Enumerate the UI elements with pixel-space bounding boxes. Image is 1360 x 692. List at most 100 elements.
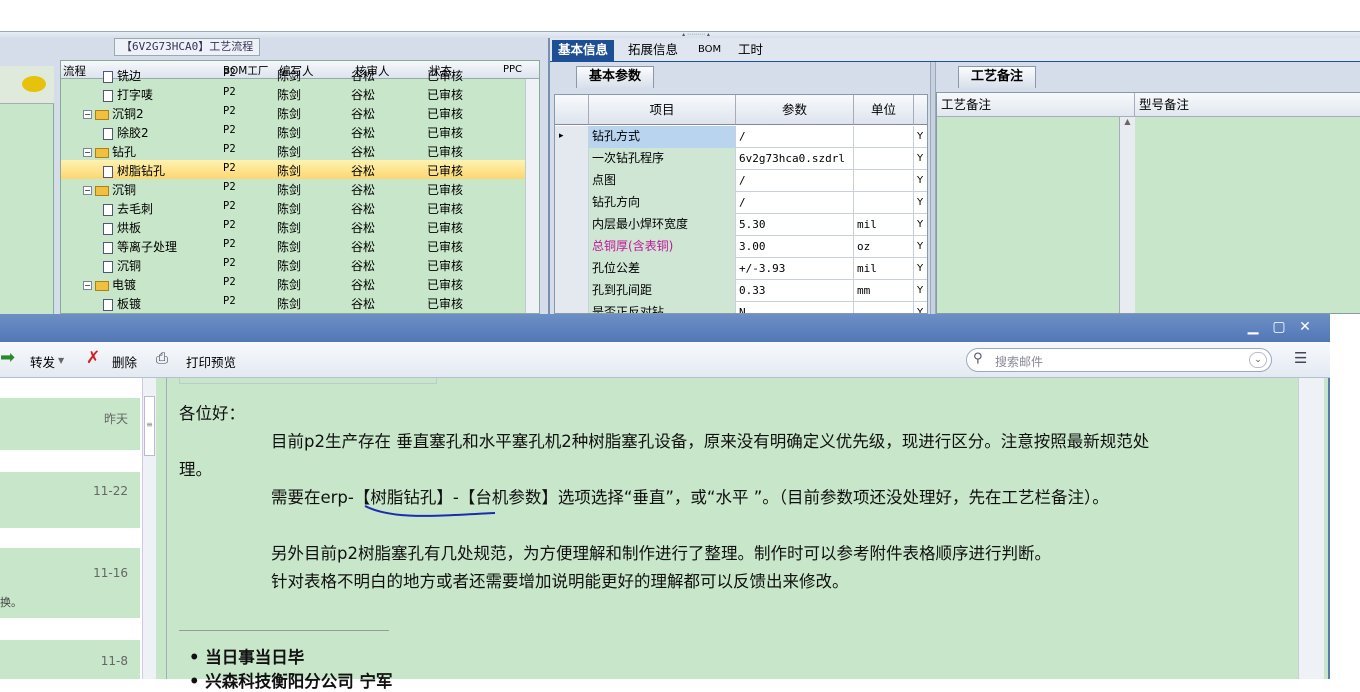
tab-bom[interactable]: BOM (692, 40, 727, 61)
delete-button[interactable]: 删除 (112, 352, 137, 371)
param-value[interactable]: 5.30 (736, 214, 854, 236)
param-value[interactable]: / (736, 126, 854, 148)
tree-row-writer: 陈剑 (277, 202, 302, 216)
param-unit[interactable] (854, 170, 914, 192)
tree-row[interactable]: − 电镀 P2 陈剑 谷松 已审核 (61, 274, 539, 293)
param-row[interactable]: 内层最小焊环宽度 5.30 mil Y (555, 214, 927, 236)
tree-row-name: − 钻孔 (83, 143, 136, 160)
list-scroll-thumb[interactable]: ≡ (144, 396, 155, 456)
param-flag[interactable]: Y (914, 192, 927, 214)
tree-scrollbar[interactable] (525, 79, 539, 313)
content-scrollbar[interactable] (1298, 378, 1324, 679)
print-preview-button[interactable]: 打印预览 (186, 352, 236, 371)
tree-row[interactable]: 去毛刺 P2 陈剑 谷松 已审核 (61, 198, 539, 217)
param-item[interactable]: 点图 (589, 170, 736, 192)
param-item[interactable]: 总铜厚(含表铜) (589, 236, 736, 258)
collapse-icon[interactable]: − (83, 148, 92, 157)
printer-icon[interactable]: ⎙ (156, 349, 168, 367)
tree-row[interactable]: 打字唛 P2 陈剑 谷松 已审核 (61, 84, 539, 103)
grid-header-unit[interactable]: 单位 (854, 95, 914, 125)
close-icon[interactable]: ✕ (1296, 318, 1314, 336)
tab-process-notes[interactable]: 工艺备注 (958, 66, 1037, 88)
param-unit[interactable] (854, 148, 914, 170)
tree-row-writer: 陈剑 (277, 69, 302, 83)
param-unit[interactable]: mil (854, 214, 914, 236)
param-flag[interactable]: Y (914, 258, 927, 280)
param-unit[interactable]: oz (854, 236, 914, 258)
param-item[interactable]: 内层最小焊环宽度 (589, 214, 736, 236)
list-menu-icon[interactable]: ☰ (1294, 349, 1307, 367)
chevron-down-icon[interactable]: ▼ (58, 356, 64, 365)
notes-header-model[interactable]: 型号备注 (1135, 93, 1360, 117)
tree-row[interactable]: − 钻孔 P2 陈剑 谷松 已审核 (61, 141, 539, 160)
delete-icon[interactable]: ✗ (86, 348, 100, 368)
list-item[interactable]: 11-22 (0, 472, 140, 528)
collapse-icon[interactable]: − (83, 186, 92, 195)
tab-basic-params[interactable]: 基本参数 (576, 66, 655, 88)
param-flag[interactable]: Y (914, 126, 927, 148)
tree-row-reviewer: 谷松 (351, 297, 376, 311)
tree-row[interactable]: 沉铜 P2 陈剑 谷松 已审核 (61, 255, 539, 274)
forward-arrow-icon[interactable]: ➡ (0, 347, 15, 368)
tree-row[interactable]: − 沉铜 P2 陈剑 谷松 已审核 (61, 179, 539, 198)
mail-search-box[interactable]: ⚲ 搜索邮件 ⌄ (966, 348, 1272, 372)
tree-row[interactable]: − 沉铜2 P2 陈剑 谷松 已审核 (61, 103, 539, 122)
param-row[interactable]: 孔位公差 +/-3.93 mil Y (555, 258, 927, 280)
tab-basic-info[interactable]: 基本信息 (552, 40, 615, 61)
param-row[interactable]: 总铜厚(含表铜) 3.00 oz Y (555, 236, 927, 258)
param-flag[interactable]: Y (914, 280, 927, 302)
param-value[interactable]: 6v2g73hca0.szdrl (736, 148, 854, 170)
param-row[interactable]: 点图 / Y (555, 170, 927, 192)
tree-row[interactable]: 树脂钻孔 P2 陈剑 谷松 已审核 (61, 160, 539, 179)
param-item[interactable]: 孔位公差 (589, 258, 736, 280)
forward-button[interactable]: 转发 (30, 352, 55, 371)
tree-row[interactable]: 等离子处理 P2 陈剑 谷松 已审核 (61, 236, 539, 255)
param-value[interactable]: 0.33 (736, 280, 854, 302)
minimize-icon[interactable]: ▁ (1244, 318, 1262, 336)
param-unit[interactable] (854, 192, 914, 214)
notes-scrollbar[interactable]: ▲ (1119, 117, 1135, 313)
grid-header-item[interactable]: 项目 (589, 95, 736, 125)
param-unit[interactable]: mil (854, 258, 914, 280)
param-unit[interactable] (854, 126, 914, 148)
param-item[interactable]: 钻孔方式 (589, 126, 736, 148)
maximize-icon[interactable]: ▢ (1270, 318, 1288, 336)
collapse-icon[interactable]: − (83, 281, 92, 290)
tree-row[interactable]: 烘板 P2 陈剑 谷松 已审核 (61, 217, 539, 236)
param-item[interactable]: 是否正反对钻 (589, 302, 736, 313)
param-item[interactable]: 一次钻孔程序 (589, 148, 736, 170)
tab-extended-info[interactable]: 拓展信息 (622, 40, 684, 61)
param-value[interactable]: N (736, 302, 854, 313)
param-item[interactable]: 钻孔方向 (589, 192, 736, 214)
param-row[interactable]: 一次钻孔程序 6v2g73hca0.szdrl Y (555, 148, 927, 170)
list-item[interactable]: 昨天 (0, 398, 140, 450)
collapse-icon[interactable]: − (83, 110, 92, 119)
chat-icon[interactable] (22, 76, 46, 92)
param-row[interactable]: 钻孔方向 / Y (555, 192, 927, 214)
list-item[interactable]: 11-8 (0, 640, 140, 679)
param-flag[interactable]: Y (914, 236, 927, 258)
list-item[interactable]: 11-16 换。 (0, 548, 140, 618)
param-value[interactable]: +/-3.93 (736, 258, 854, 280)
list-scrollbar[interactable]: ≡ (142, 378, 156, 679)
param-row[interactable]: ▸ 钻孔方式 / Y (555, 126, 927, 148)
param-unit[interactable]: mm (854, 280, 914, 302)
tree-row[interactable]: 板镀 P2 陈剑 谷松 已审核 (61, 293, 539, 312)
param-item[interactable]: 孔到孔间距 (589, 280, 736, 302)
param-value[interactable]: / (736, 192, 854, 214)
param-flag[interactable]: Y (914, 170, 927, 192)
grid-header-value[interactable]: 参数 (736, 95, 854, 125)
param-value[interactable]: 3.00 (736, 236, 854, 258)
param-value[interactable]: / (736, 170, 854, 192)
tab-work-hours[interactable]: 工时 (732, 40, 769, 61)
tree-row[interactable]: 除胶2 P2 陈剑 谷松 已审核 (61, 122, 539, 141)
param-flag[interactable]: Y (914, 302, 927, 313)
param-unit[interactable] (854, 302, 914, 313)
search-dropdown-icon[interactable]: ⌄ (1249, 352, 1267, 368)
param-flag[interactable]: Y (914, 214, 927, 236)
param-flag[interactable]: Y (914, 148, 927, 170)
param-row[interactable]: 是否正反对钻 N Y (555, 302, 927, 313)
tree-row[interactable]: 铣边 P2 陈剑 谷松 已审核 (61, 65, 539, 84)
notes-header-process[interactable]: 工艺备注 (937, 93, 1135, 117)
param-row[interactable]: 孔到孔间距 0.33 mm Y (555, 280, 927, 302)
